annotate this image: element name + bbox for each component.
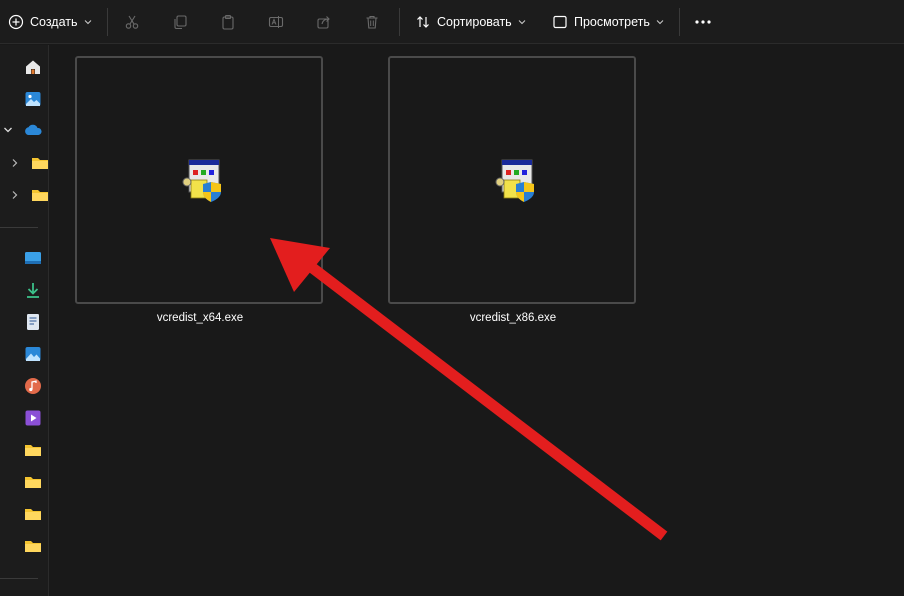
file-name: vcredist_x64.exe [156, 312, 244, 324]
copy-button[interactable] [166, 8, 194, 36]
paste-icon [222, 14, 234, 30]
file-name: vcredist_x86.exe [469, 312, 557, 324]
desktop-icon [25, 252, 41, 264]
delete-button[interactable] [358, 8, 386, 36]
sidebar-divider [0, 227, 38, 228]
file-tile-vcredist-x86[interactable] [388, 56, 636, 304]
nav-folder[interactable] [23, 440, 43, 460]
nav-folder[interactable] [23, 536, 43, 556]
cut-button[interactable] [118, 8, 146, 36]
nav-desktop[interactable] [23, 248, 43, 268]
sort-button[interactable]: Сортировать [415, 6, 526, 38]
rename-icon [268, 16, 284, 28]
folder-icon [32, 190, 48, 201]
home-icon [26, 60, 40, 74]
videos-icon [25, 410, 41, 426]
folder-icon [25, 445, 41, 456]
view-label: Просмотреть [574, 15, 650, 29]
folder-icon [32, 158, 48, 169]
navigation-pane [0, 45, 49, 596]
file-tile-vcredist-x64[interactable] [75, 56, 323, 304]
share-button[interactable] [310, 8, 338, 36]
cut-icon [125, 15, 139, 29]
view-button[interactable]: Просмотреть [552, 6, 664, 38]
nav-folder[interactable] [23, 472, 43, 492]
nav-gallery[interactable] [23, 89, 43, 109]
chevron-down-icon[interactable] [3, 125, 13, 135]
plus-circle-icon [8, 14, 24, 30]
onedrive-icon [25, 124, 42, 135]
sidebar-divider [0, 578, 38, 579]
copy-icon [174, 15, 187, 30]
installer-icon [182, 159, 221, 202]
nav-videos[interactable] [23, 408, 43, 428]
nav-folder[interactable] [23, 504, 43, 524]
rename-button[interactable] [262, 8, 290, 36]
folder-icon [25, 541, 41, 552]
pictures-icon [25, 347, 41, 361]
installer-icon [495, 159, 534, 202]
nav-music[interactable] [23, 376, 43, 396]
more-options-button[interactable] [689, 8, 717, 36]
chevron-right-icon[interactable] [10, 158, 20, 168]
create-button[interactable]: Создать [8, 6, 92, 38]
share-icon [317, 16, 330, 29]
nav-downloads[interactable] [23, 280, 43, 300]
nav-documents[interactable] [23, 312, 43, 332]
folder-icon [25, 477, 41, 488]
toolbar-separator [107, 8, 108, 36]
toolbar-separator [679, 8, 680, 36]
downloads-icon [27, 283, 39, 298]
nav-folder[interactable] [30, 153, 50, 173]
nav-onedrive[interactable] [23, 120, 43, 140]
chevron-down-icon [84, 20, 91, 25]
create-label: Создать [30, 15, 78, 29]
more-icon [695, 20, 711, 24]
command-bar: Создать Сортировать Просмотреть [0, 0, 904, 44]
chevron-down-icon [518, 20, 526, 25]
chevron-right-icon[interactable] [10, 190, 20, 200]
sort-icon [417, 16, 429, 28]
nav-folder[interactable] [30, 185, 50, 205]
paste-button[interactable] [214, 8, 242, 36]
sort-label: Сортировать [437, 15, 512, 29]
toolbar-separator [399, 8, 400, 36]
music-icon [25, 378, 41, 394]
delete-icon [366, 15, 378, 29]
gallery-icon [25, 92, 41, 106]
view-icon [553, 15, 567, 29]
nav-home[interactable] [23, 57, 43, 77]
folder-icon [25, 509, 41, 520]
chevron-down-icon [656, 20, 664, 25]
nav-pictures[interactable] [23, 344, 43, 364]
documents-icon [27, 314, 39, 330]
